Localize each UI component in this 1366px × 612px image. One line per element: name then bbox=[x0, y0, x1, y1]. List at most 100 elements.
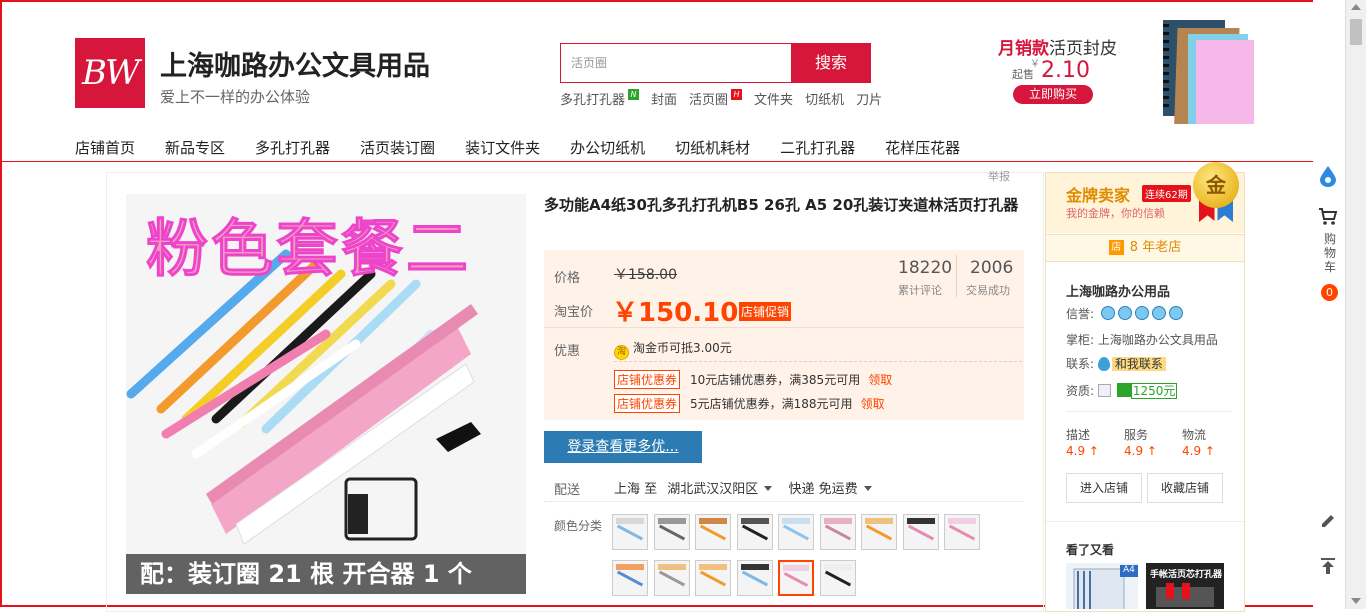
nav-item[interactable]: 二孔打孔器 bbox=[780, 137, 855, 158]
swatch-stripe bbox=[824, 524, 851, 541]
scroll-down-arrow-icon[interactable] bbox=[1351, 598, 1361, 604]
hot-word-link[interactable]: 封面 bbox=[651, 89, 677, 108]
edit-icon[interactable] bbox=[1319, 511, 1337, 529]
color-swatch[interactable] bbox=[695, 514, 731, 550]
report-link[interactable]: 举报 bbox=[988, 168, 1010, 184]
color-swatch[interactable] bbox=[944, 514, 980, 550]
color-swatch[interactable] bbox=[695, 560, 731, 596]
promo-title[interactable]: 月销款活页封皮 bbox=[998, 34, 1117, 59]
search-input[interactable]: 活页圈 bbox=[560, 43, 792, 83]
nav-item[interactable]: 花样压花器 bbox=[885, 137, 960, 158]
color-swatch[interactable] bbox=[861, 514, 897, 550]
color-swatch[interactable] bbox=[736, 514, 773, 550]
nav-item[interactable]: 办公切纸机 bbox=[570, 137, 645, 158]
also-viewed-item[interactable]: 手帐活页芯打孔器 bbox=[1146, 563, 1224, 609]
store-name[interactable]: 上海咖路办公用品 bbox=[1066, 281, 1170, 300]
color-swatch[interactable] bbox=[902, 514, 939, 550]
reviews-count[interactable]: 18220 bbox=[898, 258, 952, 278]
shipping-label: 配送 bbox=[554, 483, 581, 498]
gold-streak-badge: 连续62期 bbox=[1142, 185, 1191, 202]
login-more-offers-button[interactable]: 登录查看更多优... bbox=[544, 431, 702, 463]
coupon-row-2: 店铺优惠券 5元店铺优惠券，满188元可用 领取 bbox=[614, 394, 885, 413]
arrow-up-icon: ↑ bbox=[1146, 444, 1157, 458]
wangwang-icon bbox=[1097, 357, 1110, 371]
color-swatch[interactable] bbox=[653, 560, 690, 596]
swatch-stripe bbox=[782, 524, 810, 541]
scrollbar[interactable] bbox=[1345, 0, 1366, 609]
color-swatch[interactable] bbox=[612, 514, 648, 550]
nav-item[interactable]: 装订文件夹 bbox=[465, 137, 540, 158]
enter-store-button[interactable]: 进入店铺 bbox=[1066, 473, 1142, 503]
swatch-stripe bbox=[616, 570, 644, 587]
deals-count: 2006 bbox=[970, 258, 1014, 278]
hot-word-link[interactable]: 多孔打孔器 N bbox=[560, 89, 640, 108]
color-swatch[interactable] bbox=[653, 514, 690, 550]
owner-name[interactable]: 上海咖路办公文具用品 bbox=[1098, 333, 1218, 347]
credit-label: 信誉: bbox=[1066, 307, 1095, 321]
arrow-up-icon: ↑ bbox=[1204, 444, 1215, 458]
reviews-label[interactable]: 累计评论 bbox=[898, 282, 942, 298]
color-swatch[interactable] bbox=[819, 514, 856, 550]
id-verified-icon[interactable] bbox=[1097, 384, 1111, 397]
swatch-stripe bbox=[865, 524, 893, 541]
deposit-icon[interactable] bbox=[1116, 383, 1131, 397]
swatch-stripe bbox=[699, 524, 727, 541]
favorite-store-button[interactable]: 收藏店铺 bbox=[1147, 473, 1223, 503]
search-button[interactable]: 搜索 bbox=[791, 43, 871, 83]
credit-diamond-icons[interactable] bbox=[1100, 305, 1186, 321]
color-swatch[interactable] bbox=[778, 560, 814, 596]
swatch-band bbox=[865, 518, 893, 524]
promo-buy-button[interactable]: 立即购买 bbox=[1013, 85, 1093, 104]
nav-item[interactable]: 活页装订圈 bbox=[360, 137, 435, 158]
swatch-stripe bbox=[658, 524, 685, 541]
store-age-text: 8 年老店 bbox=[1129, 240, 1182, 255]
coupon-tag: 店铺优惠券 bbox=[614, 370, 681, 389]
swatch-stripe bbox=[658, 570, 685, 587]
product-main-image[interactable]: 粉色套餐二 配：装订圈 21 根 开合器 1 个 bbox=[126, 194, 526, 594]
hot-word-link[interactable]: 刀片 bbox=[856, 89, 882, 108]
current-price: ￥150.10 bbox=[612, 298, 739, 328]
cart-icon[interactable] bbox=[1318, 206, 1338, 226]
coupon-divider bbox=[614, 361, 1022, 362]
contact-row: 联系: 和我联系 bbox=[1066, 355, 1166, 372]
color-swatch[interactable] bbox=[778, 514, 814, 550]
color-swatch[interactable] bbox=[819, 560, 856, 596]
binder-folder-image[interactable] bbox=[1158, 14, 1258, 126]
swatch-stripe bbox=[741, 524, 768, 541]
taojinbi-coin-icon: 淘 bbox=[614, 345, 629, 360]
coupon-claim-button[interactable]: 领取 bbox=[868, 373, 892, 387]
swatch-band bbox=[823, 564, 852, 570]
store-icon: 店 bbox=[1108, 240, 1124, 255]
shipping-divider bbox=[544, 501, 1024, 502]
shop-name[interactable]: 上海咖路办公文具用品 bbox=[160, 44, 430, 83]
promo-price: 2.10 bbox=[1041, 58, 1090, 83]
swatch-band bbox=[616, 564, 644, 570]
coupon-claim-button[interactable]: 领取 bbox=[861, 397, 885, 411]
scrollbar-thumb[interactable] bbox=[1350, 19, 1362, 45]
cart-label[interactable]: 购物车 bbox=[1323, 232, 1337, 274]
also-viewed-item[interactable]: A4 bbox=[1066, 563, 1138, 609]
thumb-label: 手帐活页芯打孔器 bbox=[1150, 570, 1223, 580]
color-swatch[interactable] bbox=[736, 560, 773, 596]
nav-item[interactable]: 切纸机耗材 bbox=[675, 137, 750, 158]
nav-item[interactable]: 多孔打孔器 bbox=[255, 137, 330, 158]
swatch-stripe bbox=[783, 572, 809, 587]
hot-word-link[interactable]: 文件夹 bbox=[754, 89, 793, 108]
shop-logo[interactable]: BW bbox=[75, 38, 145, 108]
ship-method-select[interactable]: 快递 免运费 bbox=[788, 482, 872, 497]
wangwang-drop-icon[interactable] bbox=[1318, 165, 1338, 187]
color-swatch[interactable] bbox=[612, 560, 648, 596]
price-divider bbox=[544, 327, 1024, 328]
nav-divider bbox=[2, 161, 1341, 162]
original-price: ￥158.00 bbox=[614, 267, 677, 283]
deposit-amount[interactable]: 1250元 bbox=[1130, 383, 1178, 399]
hot-word-link[interactable]: 切纸机 bbox=[805, 89, 844, 108]
ship-to-select[interactable]: 湖北武汉汉阳区 bbox=[667, 482, 773, 497]
cart-count-badge[interactable]: 0 bbox=[1321, 284, 1338, 301]
nav-item[interactable]: 新品专区 bbox=[165, 137, 225, 158]
scroll-up-arrow-icon[interactable] bbox=[1351, 4, 1361, 10]
contact-seller-button[interactable]: 和我联系 bbox=[1111, 357, 1166, 371]
nav-item[interactable]: 店铺首页 bbox=[75, 137, 135, 158]
back-to-top-icon[interactable] bbox=[1319, 557, 1337, 575]
hot-word-link[interactable]: 活页圈 H bbox=[689, 89, 743, 108]
